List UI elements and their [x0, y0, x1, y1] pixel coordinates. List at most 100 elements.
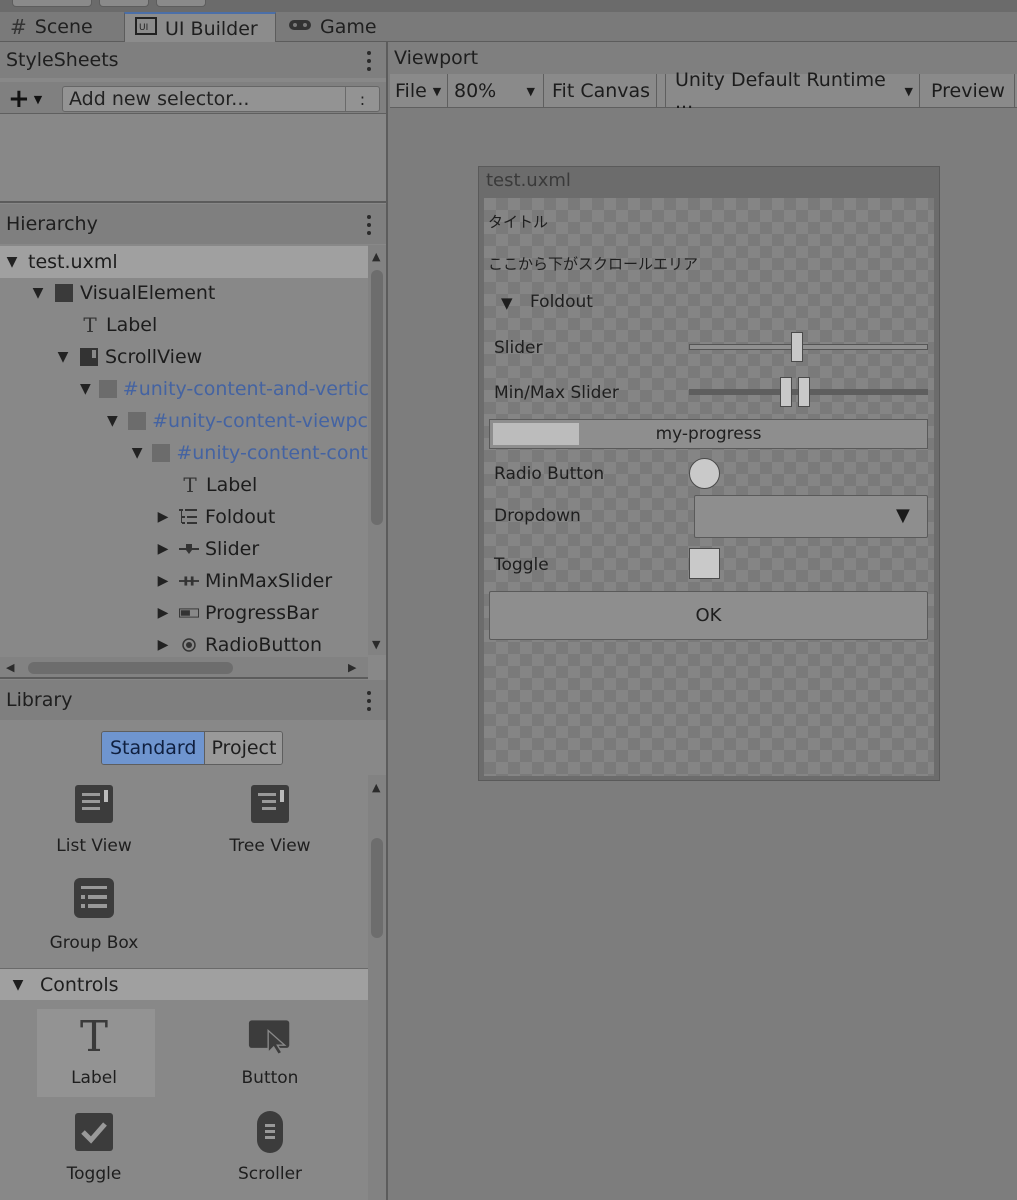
panel-title: Viewport — [394, 47, 479, 69]
library-item-label: List View — [56, 836, 132, 856]
library-item-list-view[interactable]: List View — [35, 782, 153, 856]
tree-item[interactable]: ▼ #unity-content-cont — [0, 437, 368, 469]
chevron-down-icon: ▼ — [526, 84, 535, 98]
minmax-slider-high-thumb[interactable] — [797, 377, 810, 407]
checkbox-icon — [72, 1110, 116, 1154]
file-menu-button[interactable]: File ▼ — [390, 74, 448, 108]
stylesheets-body — [0, 115, 386, 203]
text-t-icon: T — [79, 1011, 108, 1061]
tree-item[interactable]: ▼ VisualElement — [0, 277, 368, 309]
tree-item-label: ProgressBar — [205, 602, 319, 624]
theme-dropdown[interactable]: Unity Default Runtime ... ▼ — [665, 69, 920, 113]
expand-arrow-icon[interactable]: ▼ — [4, 254, 20, 270]
chevron-down-icon: ▼ — [33, 92, 43, 106]
dropdown-field[interactable] — [694, 495, 928, 538]
plus-icon: + — [8, 84, 30, 114]
scroll-down-arrow-icon[interactable]: ▼ — [372, 638, 380, 651]
pseudo-class-button[interactable]: : — [345, 87, 379, 111]
top-tab-stub[interactable] — [156, 0, 206, 7]
library-item-label: Label — [71, 1068, 117, 1088]
tab-scene[interactable]: # Scene — [0, 12, 103, 42]
expand-arrow-icon[interactable]: ▼ — [105, 413, 120, 429]
kebab-menu-icon[interactable] — [366, 691, 372, 711]
kebab-menu-icon[interactable] — [366, 51, 372, 71]
tree-item[interactable]: ▶ RadioButton — [0, 629, 368, 655]
slider-label: Slider — [494, 338, 543, 358]
library-item-scroller[interactable]: Scroller — [211, 1110, 329, 1184]
collapse-arrow-icon[interactable]: ▶ — [155, 541, 171, 557]
toggle-label: Toggle — [494, 555, 549, 575]
library-item-label[interactable]: T Label — [35, 1011, 153, 1089]
expand-arrow-icon[interactable]: ▼ — [30, 285, 46, 301]
library-item-group-box[interactable]: Group Box — [35, 876, 153, 953]
scrollbar-thumb[interactable] — [371, 270, 383, 525]
collapse-arrow-icon[interactable]: ▶ — [155, 573, 171, 589]
expand-arrow-icon[interactable]: ▼ — [80, 381, 91, 397]
tree-item[interactable]: ▶ Slider — [0, 533, 368, 565]
tab-standard[interactable]: Standard — [102, 732, 206, 764]
expand-arrow-icon[interactable]: ▼ — [10, 977, 26, 993]
tree-item[interactable]: ▼ #unity-content-and-vertic — [0, 373, 368, 405]
expand-arrow-icon[interactable]: ▼ — [130, 445, 144, 461]
hierarchy-tree: ▼ test.uxml ▼ VisualElement T Label ▼ Sc… — [0, 245, 368, 655]
library-item-toggle[interactable]: Toggle — [35, 1110, 153, 1184]
tree-item[interactable]: ▶ Foldout — [0, 501, 368, 533]
title-label[interactable]: タイトル — [488, 211, 548, 232]
scroll-up-arrow-icon[interactable]: ▲ — [372, 250, 380, 263]
scrollbar-thumb[interactable] — [371, 838, 383, 938]
hash-icon: # — [10, 15, 27, 39]
foldout-toggle-icon[interactable]: ▼ — [501, 294, 513, 312]
add-stylesheet-button[interactable]: + ▼ — [4, 84, 54, 114]
tab-ui-builder[interactable]: UI UI Builder — [124, 12, 276, 43]
chevron-down-icon[interactable]: ▼ — [896, 505, 910, 526]
tab-project[interactable]: Project — [205, 732, 283, 764]
tree-item-label: #unity-content-cont — [176, 442, 368, 464]
tree-view-icon — [248, 782, 292, 826]
toggle-checkbox[interactable] — [689, 548, 720, 579]
tab-label: UI Builder — [165, 17, 258, 40]
tree-item[interactable]: ▶ MinMaxSlider — [0, 565, 368, 597]
tab-bar: # Scene UI UI Builder Game — [0, 12, 1017, 43]
slider-thumb[interactable] — [791, 332, 804, 362]
zoom-dropdown[interactable]: 80% ▼ — [449, 74, 544, 108]
top-tab-stub[interactable] — [12, 0, 92, 7]
scroll-left-arrow-icon[interactable]: ◀ — [6, 661, 14, 674]
tree-item-label: VisualElement — [80, 282, 216, 304]
tree-item[interactable]: T Label — [0, 469, 368, 501]
preview-button[interactable]: Preview — [921, 74, 1015, 108]
minmax-slider-low-thumb[interactable] — [779, 377, 792, 407]
collapse-arrow-icon[interactable]: ▶ — [155, 605, 171, 621]
tab-game[interactable]: Game — [278, 12, 387, 42]
visual-element-icon — [54, 283, 74, 303]
kebab-menu-icon[interactable] — [366, 215, 372, 235]
expand-arrow-icon[interactable]: ▼ — [55, 349, 71, 365]
ok-button[interactable]: OK — [489, 591, 928, 640]
foldout-label[interactable]: Foldout — [530, 292, 593, 312]
tree-item[interactable]: ▼ #unity-content-viewpc — [0, 405, 368, 437]
slider-track[interactable] — [689, 344, 928, 350]
tree-item-label: ScrollView — [105, 346, 203, 368]
scrollview-icon — [79, 347, 99, 367]
tree-item[interactable]: T Label — [0, 309, 368, 341]
library-item-button[interactable]: Button — [211, 1014, 329, 1088]
dropdown-label: Dropdown — [494, 506, 581, 526]
scroll-area-label[interactable]: ここから下がスクロールエリア — [488, 253, 698, 274]
fit-canvas-button[interactable]: Fit Canvas — [545, 74, 657, 108]
svg-text:UI: UI — [139, 23, 148, 33]
scroll-right-arrow-icon[interactable]: ▶ — [348, 661, 356, 674]
scroller-icon — [248, 1110, 292, 1154]
selector-input[interactable]: Add new selector... : — [62, 86, 380, 112]
controls-category-header[interactable]: ▼ Controls — [0, 968, 368, 1000]
scroll-up-arrow-icon[interactable]: ▲ — [372, 781, 380, 794]
tree-item-label: Label — [206, 474, 258, 496]
tree-item[interactable]: ▼ test.uxml — [0, 246, 368, 278]
scrollbar-thumb[interactable] — [28, 662, 233, 674]
tree-item[interactable]: ▶ ProgressBar — [0, 597, 368, 629]
top-tab-stub[interactable] — [99, 0, 149, 7]
radio-button[interactable] — [689, 458, 720, 489]
library-item-tree-view[interactable]: Tree View — [211, 782, 329, 856]
collapse-arrow-icon[interactable]: ▶ — [155, 509, 171, 525]
tree-item[interactable]: ▼ ScrollView — [0, 341, 368, 373]
tree-item-label: #unity-content-viewpc — [152, 410, 368, 432]
collapse-arrow-icon[interactable]: ▶ — [155, 637, 171, 653]
